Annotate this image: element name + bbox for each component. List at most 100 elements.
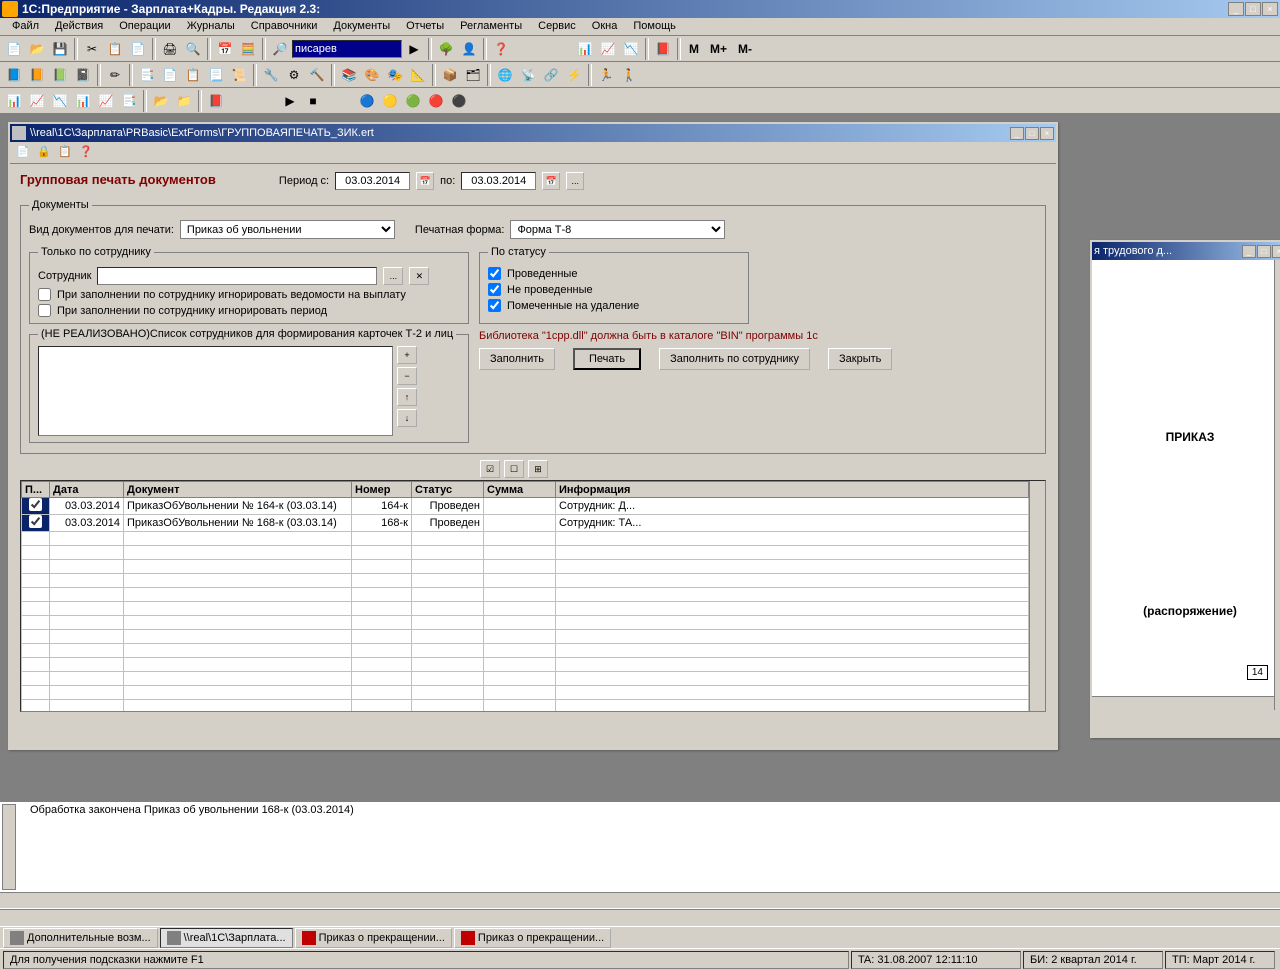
t2-20[interactable]: 🌐 bbox=[494, 64, 516, 86]
t2-23[interactable]: ⚡ bbox=[563, 64, 585, 86]
t2-1[interactable]: 📘 bbox=[3, 64, 25, 86]
t2-11[interactable]: 🔧 bbox=[260, 64, 282, 86]
m-button[interactable]: M bbox=[684, 38, 704, 60]
menu-actions[interactable]: Действия bbox=[47, 18, 111, 35]
menu-reglaments[interactable]: Регламенты bbox=[452, 18, 530, 35]
employee-clear-button[interactable]: ✕ bbox=[409, 267, 429, 285]
save-icon[interactable]: 💾 bbox=[49, 38, 71, 60]
employee-input[interactable] bbox=[97, 267, 377, 285]
table-row-empty[interactable] bbox=[22, 588, 1029, 602]
grid-uncheck-all-button[interactable]: ☐ bbox=[504, 460, 524, 478]
status-unposted-checkbox[interactable] bbox=[488, 283, 501, 296]
play-icon[interactable]: ▶ bbox=[279, 90, 301, 112]
preview-icon[interactable]: 🔍 bbox=[182, 38, 204, 60]
mdi-close[interactable]: × bbox=[1040, 127, 1054, 140]
t2-13[interactable]: 🔨 bbox=[306, 64, 328, 86]
t2-8[interactable]: 📋 bbox=[182, 64, 204, 86]
table-row-empty[interactable] bbox=[22, 672, 1029, 686]
preview-titlebar[interactable]: я трудового д... _ □ × bbox=[1092, 242, 1280, 260]
table-row-empty[interactable] bbox=[22, 616, 1029, 630]
tb-a[interactable]: 📊 bbox=[574, 38, 596, 60]
table-row-empty[interactable] bbox=[22, 546, 1029, 560]
t2-7[interactable]: 📄 bbox=[159, 64, 181, 86]
preview-close[interactable]: × bbox=[1272, 245, 1280, 258]
find-icon[interactable]: 🔎 bbox=[269, 38, 291, 60]
t3-1[interactable]: 📊 bbox=[3, 90, 25, 112]
grid-header-status[interactable]: Статус bbox=[412, 482, 484, 498]
t2-5[interactable]: ✏ bbox=[104, 64, 126, 86]
menu-documents[interactable]: Документы bbox=[325, 18, 398, 35]
t3-5[interactable]: 📈 bbox=[95, 90, 117, 112]
t3-3[interactable]: 📉 bbox=[49, 90, 71, 112]
paste-icon[interactable]: 📄 bbox=[127, 38, 149, 60]
grid-header-sum[interactable]: Сумма bbox=[484, 482, 556, 498]
user-icon[interactable]: 👤 bbox=[458, 38, 480, 60]
task-additional[interactable]: Дополнительные возм... bbox=[3, 928, 158, 948]
tb-b[interactable]: 📈 bbox=[597, 38, 619, 60]
grid-header-info[interactable]: Информация bbox=[556, 482, 1029, 498]
grid-header-num[interactable]: Номер bbox=[352, 482, 412, 498]
mdi-titlebar[interactable]: \\real\1C\Зарплата\PRBasic\ExtForms\ГРУП… bbox=[10, 124, 1056, 142]
message-body[interactable]: Обработка закончена Приказ об увольнении… bbox=[0, 802, 1280, 892]
t3-14[interactable]: 🟢 bbox=[402, 90, 424, 112]
calendar-icon[interactable]: 📅 bbox=[214, 38, 236, 60]
menu-operations[interactable]: Операции bbox=[111, 18, 178, 35]
task-processing[interactable]: \\real\1C\Зарплата... bbox=[160, 928, 293, 948]
tb-c[interactable]: 📉 bbox=[620, 38, 642, 60]
t2-22[interactable]: 🔗 bbox=[540, 64, 562, 86]
menu-service[interactable]: Сервис bbox=[530, 18, 584, 35]
minimize-button[interactable]: _ bbox=[1228, 2, 1244, 16]
menu-references[interactable]: Справочники bbox=[243, 18, 326, 35]
table-row[interactable]: 03.03.2014ПриказОбУвольнении № 164-к (03… bbox=[22, 498, 1029, 515]
mdi-tb-1[interactable]: 📄 bbox=[14, 144, 32, 162]
table-row-empty[interactable] bbox=[22, 658, 1029, 672]
t2-16[interactable]: 🎭 bbox=[384, 64, 406, 86]
table-row-empty[interactable] bbox=[22, 700, 1029, 712]
menu-journals[interactable]: Журналы bbox=[179, 18, 243, 35]
mminus-button[interactable]: M- bbox=[733, 38, 757, 60]
cut-icon[interactable]: ✂ bbox=[81, 38, 103, 60]
mdi-maximize[interactable]: □ bbox=[1025, 127, 1039, 140]
employee-pick-button[interactable]: ... bbox=[383, 267, 403, 285]
message-gutter[interactable] bbox=[2, 804, 16, 890]
menu-file[interactable]: Файл bbox=[4, 18, 47, 35]
t3-7[interactable]: 📂 bbox=[150, 90, 172, 112]
menu-reports[interactable]: Отчеты bbox=[398, 18, 452, 35]
preview-vscroll[interactable] bbox=[1274, 260, 1280, 710]
t3-12[interactable]: 🔵 bbox=[356, 90, 378, 112]
new-icon[interactable]: 📄 bbox=[3, 38, 25, 60]
maximize-button[interactable]: □ bbox=[1245, 2, 1261, 16]
mdi-tb-help[interactable]: ❓ bbox=[77, 144, 95, 162]
t2-24[interactable]: 🏃 bbox=[595, 64, 617, 86]
menu-help[interactable]: Помощь bbox=[625, 18, 684, 35]
mdi-minimize[interactable]: _ bbox=[1010, 127, 1024, 140]
print-icon[interactable]: 🖨 bbox=[159, 38, 181, 60]
documents-grid[interactable]: П... Дата Документ Номер Статус Сумма Ин… bbox=[20, 480, 1046, 712]
t2-12[interactable]: ⚙ bbox=[283, 64, 305, 86]
grid-invert-button[interactable]: ⊞ bbox=[528, 460, 548, 478]
table-row-empty[interactable] bbox=[22, 644, 1029, 658]
task-order-1[interactable]: Приказ о прекращении... bbox=[295, 928, 452, 948]
calendar-from-icon[interactable]: 📅 bbox=[416, 172, 434, 190]
t2-6[interactable]: 📑 bbox=[136, 64, 158, 86]
search-go-icon[interactable]: ▶ bbox=[403, 38, 425, 60]
tree-icon[interactable]: 🌳 bbox=[435, 38, 457, 60]
fill-by-employee-button[interactable]: Заполнить по сотруднику bbox=[659, 348, 810, 370]
emp-ignore-period-checkbox[interactable] bbox=[38, 304, 51, 317]
t2-2[interactable]: 📙 bbox=[26, 64, 48, 86]
open-icon[interactable]: 📂 bbox=[26, 38, 48, 60]
table-row[interactable]: 03.03.2014ПриказОбУвольнении № 168-к (03… bbox=[22, 515, 1029, 532]
stop-icon[interactable]: ■ bbox=[302, 90, 324, 112]
preview-hscroll[interactable] bbox=[1092, 696, 1274, 710]
list-add-button[interactable]: + bbox=[397, 346, 417, 364]
t3-15[interactable]: 🔴 bbox=[425, 90, 447, 112]
t3-8[interactable]: 📁 bbox=[173, 90, 195, 112]
help-icon[interactable]: ❓ bbox=[490, 38, 512, 60]
close-form-button[interactable]: Закрыть bbox=[828, 348, 892, 370]
period-more-button[interactable]: ... bbox=[566, 172, 584, 190]
t2-15[interactable]: 🎨 bbox=[361, 64, 383, 86]
grid-header-doc[interactable]: Документ bbox=[124, 482, 352, 498]
t2-10[interactable]: 📜 bbox=[228, 64, 250, 86]
task-order-2[interactable]: Приказ о прекращении... bbox=[454, 928, 611, 948]
table-row-empty[interactable] bbox=[22, 574, 1029, 588]
